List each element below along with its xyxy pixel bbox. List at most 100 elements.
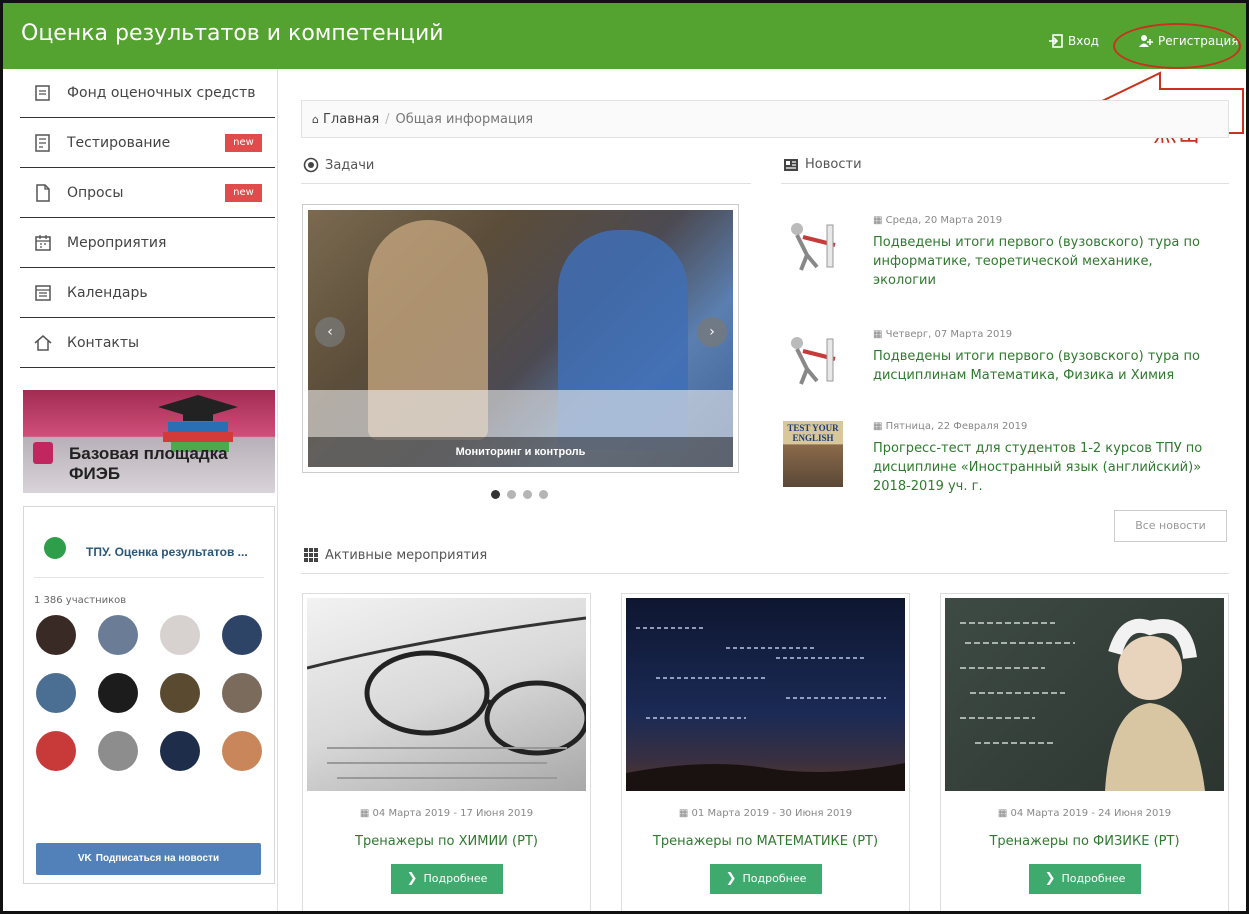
avatar[interactable] xyxy=(98,673,138,713)
vk-divider xyxy=(34,577,264,578)
document-icon xyxy=(35,85,50,101)
glasses-photo xyxy=(307,598,586,791)
news-date: ▦ Четверг, 07 Марта 2019 xyxy=(873,329,1012,340)
details-label: Подробнее xyxy=(423,872,488,885)
fiezb-banner[interactable]: Базовая площадка ФИЭБ xyxy=(23,390,275,493)
avatar[interactable] xyxy=(160,615,200,655)
sidebar-item-fund[interactable]: Фонд оценочных средств xyxy=(20,69,275,118)
sidebar-item-label: Мероприятия xyxy=(67,235,167,251)
breadcrumb-current: Общая информация xyxy=(395,111,534,127)
event-date: ▦ 01 Марта 2019 - 30 Июня 2019 xyxy=(622,808,909,819)
news-title[interactable]: Подведены итоги первого (вузовского) тур… xyxy=(873,347,1213,385)
glasses-drawing xyxy=(307,616,586,779)
tasks-divider xyxy=(301,183,751,184)
chevron-right-icon: ❯ xyxy=(406,871,418,886)
vk-widget: ТПУ. Оценка результатов ... 1 386 участн… xyxy=(23,506,275,884)
tasks-carousel[interactable]: ‹ › Мониторинг и контроль xyxy=(302,204,739,473)
vk-subscribe-button[interactable]: VK Подписаться на новости xyxy=(36,843,261,875)
carousel-caption: Мониторинг и контроль xyxy=(308,437,733,467)
event-date-label: 04 Марта 2019 - 24 Июня 2019 xyxy=(1010,808,1172,819)
top-navbar: Оценка результатов и компетенций Вход Ре… xyxy=(3,3,1246,69)
avatar[interactable] xyxy=(36,673,76,713)
vk-group-name[interactable]: ТПУ. Оценка результатов ... xyxy=(86,545,248,559)
avatar[interactable] xyxy=(222,731,262,771)
details-button[interactable]: ❯ Подробнее xyxy=(391,864,503,894)
sidebar-item-testing[interactable]: Тестирование new xyxy=(20,119,275,168)
avatar[interactable] xyxy=(36,731,76,771)
carousel-dot[interactable] xyxy=(539,490,548,499)
avatar[interactable] xyxy=(160,673,200,713)
avatar[interactable] xyxy=(98,615,138,655)
formulas-drawing xyxy=(626,627,905,791)
sidebar-item-events[interactable]: Мероприятия xyxy=(20,219,275,268)
news-title[interactable]: Прогресс-тест для студентов 1-2 курсов Т… xyxy=(873,439,1213,496)
carousel-dot[interactable] xyxy=(507,490,516,499)
all-news-button[interactable]: Все новости xyxy=(1114,510,1227,542)
login-link[interactable]: Вход xyxy=(1048,33,1099,49)
carousel-dot-active[interactable] xyxy=(491,490,500,499)
thermometer-figure-image xyxy=(791,223,836,271)
news-date-label: Четверг, 07 Марта 2019 xyxy=(885,329,1013,340)
event-date-label: 01 Марта 2019 - 30 Июня 2019 xyxy=(691,808,853,819)
calendar-icon: ▦ xyxy=(873,329,886,340)
event-card-math: ▦ 01 Марта 2019 - 30 Июня 2019 Тренажеры… xyxy=(621,593,910,911)
test-your-english-text: TEST YOUR ENGLISH xyxy=(787,423,839,443)
events-icon xyxy=(35,235,51,251)
news-date-label: Среда, 20 Марта 2019 xyxy=(885,215,1003,226)
avatar[interactable] xyxy=(36,615,76,655)
sidebar-item-surveys[interactable]: Опросы new xyxy=(20,169,275,218)
calendar-icon: ▦ xyxy=(873,421,886,432)
event-title[interactable]: Тренажеры по МАТЕМАТИКЕ (РТ) xyxy=(622,834,909,849)
test-your-english-image: TEST YOUR ENGLISH xyxy=(783,421,843,487)
vk-group-logo xyxy=(44,537,66,559)
news-date-label: Пятница, 22 Февраля 2019 xyxy=(885,421,1028,432)
carousel-dot[interactable] xyxy=(523,490,532,499)
grid-icon xyxy=(304,548,318,562)
avatar[interactable] xyxy=(222,673,262,713)
avatar[interactable] xyxy=(222,615,262,655)
details-button[interactable]: ❯ Подробнее xyxy=(1029,864,1141,894)
newspaper-icon xyxy=(784,158,798,171)
chevron-right-icon: ❯ xyxy=(725,871,737,886)
breadcrumb: ⌂ Главная / Общая информация xyxy=(301,100,1229,138)
vk-logo-icon: VK xyxy=(77,853,92,864)
new-badge: new xyxy=(225,134,262,152)
carousel-prev-button[interactable]: ‹ xyxy=(315,317,345,347)
site-title[interactable]: Оценка результатов и компетенций xyxy=(21,21,444,46)
breadcrumb-separator: / xyxy=(385,111,390,127)
event-title[interactable]: Тренажеры по ХИМИИ (РТ) xyxy=(303,834,590,849)
vk-members-count: 1 386 участников xyxy=(34,595,127,606)
calendar-icon: ▦ xyxy=(359,808,373,819)
carousel-next-button[interactable]: › xyxy=(697,317,727,347)
details-label: Подробнее xyxy=(1061,872,1126,885)
graduation-books-image xyxy=(158,395,238,452)
avatar[interactable] xyxy=(98,731,138,771)
sidebar-item-label: Контакты xyxy=(67,335,140,351)
sidebar-item-label: Фонд оценочных средств xyxy=(67,85,256,101)
survey-icon xyxy=(36,184,50,202)
news-title[interactable]: Подведены итоги первого (вузовского) тур… xyxy=(873,233,1213,290)
chevron-right-icon: ❯ xyxy=(1044,871,1056,886)
events-section-title: Активные мероприятия xyxy=(303,547,487,563)
einstein-drawing xyxy=(960,618,1205,791)
avatar[interactable] xyxy=(160,731,200,771)
sidebar-item-label: Опросы xyxy=(67,185,124,201)
event-date: ▦ 04 Марта 2019 - 17 Июня 2019 xyxy=(303,808,590,819)
page-frame: Оценка результатов и компетенций Вход Ре… xyxy=(0,0,1249,914)
news-divider xyxy=(781,183,1229,184)
details-button[interactable]: ❯ Подробнее xyxy=(710,864,822,894)
news-date: ▦ Среда, 20 Марта 2019 xyxy=(873,215,1002,226)
fiezb-logo xyxy=(33,442,53,464)
events-divider xyxy=(301,573,1229,574)
einstein-photo xyxy=(945,598,1224,791)
sidebar-item-contacts[interactable]: Контакты xyxy=(20,319,275,368)
tasks-section-title: Задачи xyxy=(303,157,374,173)
event-date: ▦ 04 Марта 2019 - 24 Июня 2019 xyxy=(941,808,1228,819)
sidebar-item-calendar[interactable]: Календарь xyxy=(20,269,275,318)
event-title[interactable]: Тренажеры по ФИЗИКЕ (РТ) xyxy=(941,834,1228,849)
details-label: Подробнее xyxy=(742,872,807,885)
breadcrumb-home[interactable]: Главная xyxy=(323,112,379,127)
calendar-icon: ▦ xyxy=(997,808,1011,819)
news-title-label: Новости xyxy=(805,157,862,172)
event-card-chemistry: ▦ 04 Марта 2019 - 17 Июня 2019 Тренажеры… xyxy=(302,593,591,911)
